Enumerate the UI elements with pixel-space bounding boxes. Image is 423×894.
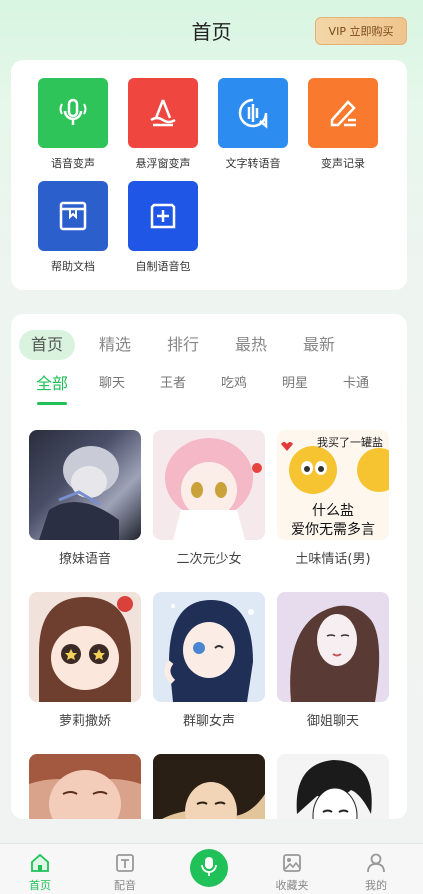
tools-panel: 语音变声 悬浮窗变声 文字转语音 变声记录 帮助文档 自制语音包 [11, 60, 407, 290]
subcategory-tabs: 全部 聊天 王者 吃鸡 明星 卡通 [21, 372, 401, 408]
voice-card[interactable]: 我买了一罐盐 什么盐 爱你无需多言 土味情话(男) [277, 430, 389, 567]
add-square-icon [128, 181, 198, 251]
meme-text-bottom: 爱你无需多言 [291, 522, 375, 538]
subtab-chicken[interactable]: 吃鸡 [209, 372, 259, 391]
tool-custom-voice-pack[interactable]: 自制语音包 [118, 181, 208, 274]
tool-label: 自制语音包 [135, 260, 191, 273]
header: 首页 VIP 立即购买 [0, 0, 423, 60]
nav-dubbing[interactable]: 配音 [95, 852, 155, 893]
active-subtab-indicator [37, 402, 67, 405]
voice-cover-image [277, 592, 389, 702]
voice-card[interactable] [29, 754, 141, 819]
voice-cover-image [153, 430, 265, 540]
nav-profile[interactable]: 我的 [346, 852, 406, 893]
tool-label: 帮助文档 [51, 260, 95, 273]
tool-text-to-speech[interactable]: 文字转语音 [208, 78, 298, 171]
voice-label: 群聊女声 [182, 714, 235, 729]
floating-window-icon [128, 78, 198, 148]
tool-voice-change[interactable]: 语音变声 [28, 78, 118, 171]
category-tabs: 首页 精选 排行 最热 最新 [19, 330, 399, 360]
subtab-star[interactable]: 明星 [270, 372, 320, 391]
mic-waves-icon [38, 78, 108, 148]
bottom-navigation: 首页 配音 收藏夹 我的 [0, 843, 423, 894]
nav-favorites[interactable]: 收藏夹 [262, 852, 322, 893]
voice-label: 二次元少女 [176, 552, 242, 567]
tool-help-docs[interactable]: 帮助文档 [28, 181, 118, 274]
nav-label: 首页 [29, 879, 51, 892]
favorites-icon [262, 852, 322, 874]
tab-featured[interactable]: 精选 [87, 330, 143, 360]
nav-label: 我的 [365, 879, 387, 892]
nav-label: 收藏夹 [275, 879, 309, 892]
tool-voice-record[interactable]: 变声记录 [298, 78, 388, 171]
nav-label: 配音 [114, 879, 136, 892]
voice-cover-image [277, 754, 389, 819]
help-book-icon [38, 181, 108, 251]
text-to-speech-icon [218, 78, 288, 148]
voice-cover-image [29, 592, 141, 702]
nav-home[interactable]: 首页 [10, 852, 70, 893]
voice-library-panel: 首页 精选 排行 最热 最新 全部 聊天 王者 吃鸡 明星 卡通 撩妹语音 二次… [11, 314, 407, 819]
tab-home[interactable]: 首页 [19, 330, 75, 360]
dubbing-icon [95, 852, 155, 874]
voice-cover-image: 我买了一罐盐 什么盐 爱你无需多言 [277, 430, 389, 540]
voice-card[interactable]: 御姐聊天 [277, 592, 389, 729]
tab-ranking[interactable]: 排行 [155, 330, 211, 360]
meme-text-mid: 什么盐 [312, 503, 354, 519]
tool-label: 语音变声 [51, 157, 95, 170]
tab-hottest[interactable]: 最热 [223, 330, 279, 360]
voice-card[interactable] [277, 754, 389, 819]
voice-cover-image [29, 754, 141, 819]
subtab-king[interactable]: 王者 [148, 372, 198, 391]
home-icon [10, 852, 70, 874]
mic-icon [199, 855, 219, 881]
subtab-all[interactable]: 全部 [27, 370, 77, 394]
tool-label: 变声记录 [321, 157, 365, 170]
voice-card[interactable]: 群聊女声 [153, 592, 265, 729]
record-mic-button[interactable] [190, 849, 228, 887]
voice-cover-image [29, 430, 141, 540]
subtab-cartoon[interactable]: 卡通 [331, 372, 381, 391]
tool-floating-window[interactable]: 悬浮窗变声 [118, 78, 208, 171]
voice-cover-image [153, 754, 265, 819]
meme-text-top: 我买了一罐盐 [317, 436, 383, 449]
subtab-chat[interactable]: 聊天 [87, 372, 137, 391]
voice-card[interactable]: 撩妹语音 [29, 430, 141, 567]
voice-card[interactable]: 萝莉撒娇 [29, 592, 141, 729]
tab-newest[interactable]: 最新 [291, 330, 347, 360]
voice-label: 萝莉撒娇 [58, 714, 111, 729]
pencil-record-icon [308, 78, 378, 148]
tool-label: 悬浮窗变声 [135, 157, 191, 170]
voice-label: 土味情话(男) [295, 552, 371, 567]
voice-cover-image [153, 592, 265, 702]
vip-buy-button[interactable]: VIP 立即购买 [315, 17, 407, 45]
voice-card[interactable]: 二次元少女 [153, 430, 265, 567]
profile-icon [346, 852, 406, 874]
voice-label: 御姐聊天 [306, 714, 359, 729]
voice-label: 撩妹语音 [58, 552, 111, 567]
voice-card[interactable] [153, 754, 265, 819]
tool-label: 文字转语音 [225, 157, 281, 170]
